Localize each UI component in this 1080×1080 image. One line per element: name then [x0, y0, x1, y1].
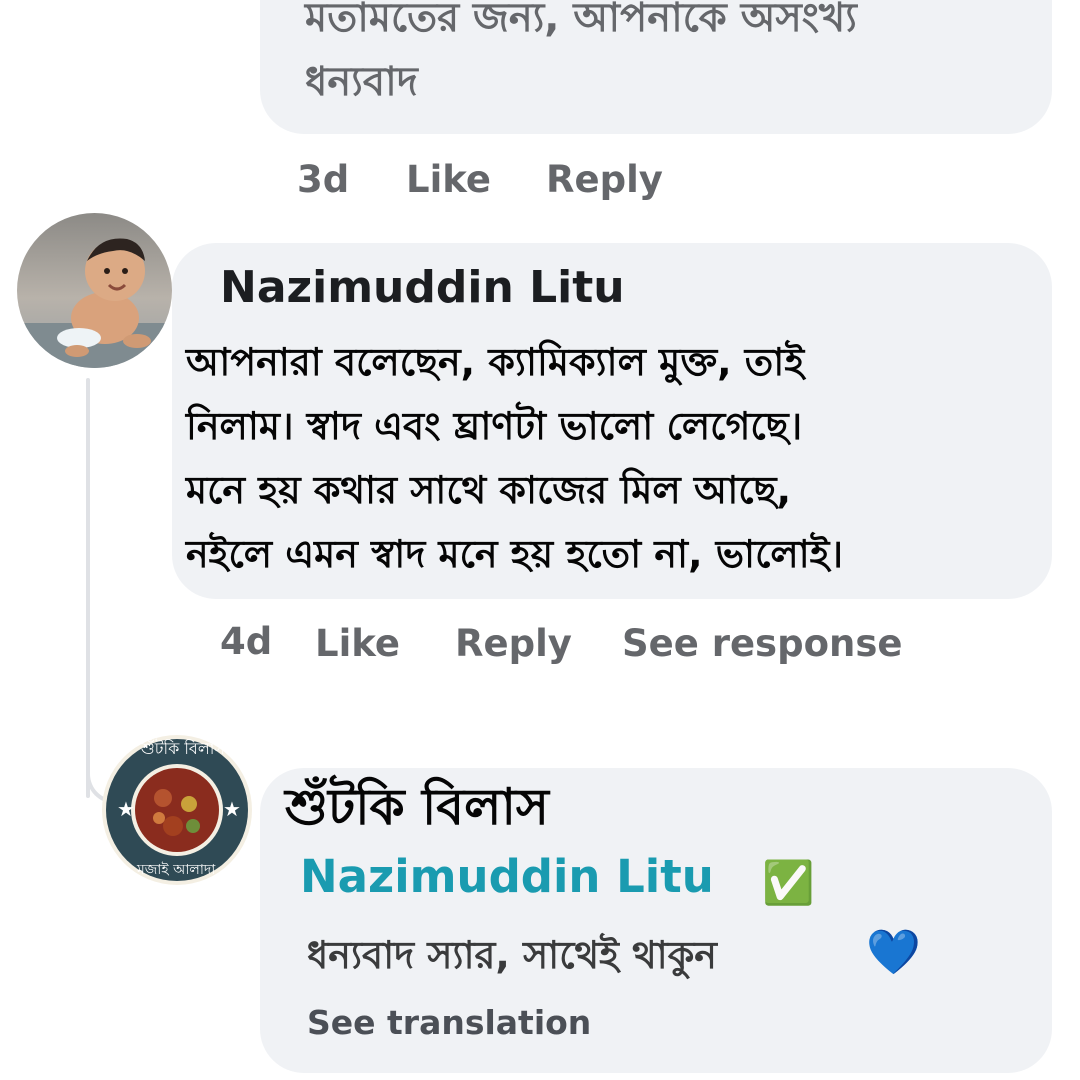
comment-reply-button[interactable]: Reply — [455, 622, 572, 665]
reply-page-name[interactable]: শুঁটকি বিলাস — [285, 770, 549, 853]
comment-text-line4: নইলে এমন স্বাদ মনে হয় হতো না, ভালোই। — [186, 532, 844, 576]
see-response-link[interactable]: See response — [622, 622, 902, 665]
avatar-photo — [17, 213, 172, 368]
top-comment-reply-button[interactable]: Reply — [546, 158, 663, 201]
top-comment-time: 3d — [297, 158, 350, 201]
see-translation-link[interactable]: See translation — [307, 1003, 591, 1042]
logo-bottom-text: মজাই আলাদা — [137, 862, 216, 878]
check-mark-icon: ✅ — [762, 858, 815, 907]
reply-text: ধন্যবাদ স্যার, সাথেই থাকুন — [307, 933, 717, 977]
comment-time: 4d — [220, 620, 273, 663]
comment-text-line3: মনে হয় কথার সাথে কাজের মিল আছে, — [186, 468, 792, 512]
comment-author[interactable]: Nazimuddin Litu — [220, 262, 625, 313]
svg-text:★: ★ — [117, 797, 135, 821]
thread-line — [86, 378, 90, 798]
logo-top-text: শুঁটকি বিলাস — [141, 739, 225, 758]
reply-mention[interactable]: Nazimuddin Litu — [300, 850, 714, 903]
comment-text-line1: আপনারা বলেছেন, ক্যামিক্যাল মুক্ত, তাই — [186, 340, 805, 384]
page-logo-avatar[interactable]: ★ ★ শুঁটকি বিলাস মজাই আলাদা — [101, 734, 253, 886]
svg-text:★: ★ — [223, 797, 241, 821]
blue-heart-icon: 💙 — [866, 927, 921, 978]
comment-text-line2: নিলাম। স্বাদ এবং ঘ্রাণটা ভালো লেগেছে। — [186, 404, 803, 448]
commenter-avatar[interactable] — [17, 213, 172, 368]
top-comment-text-line1: মতামতের জন্য, আপনাকে অসংখ্য — [305, 0, 857, 41]
top-comment-text-line2: ধন্যবাদ — [305, 59, 418, 105]
top-comment-like-button[interactable]: Like — [406, 158, 491, 201]
comment-like-button[interactable]: Like — [315, 622, 400, 665]
